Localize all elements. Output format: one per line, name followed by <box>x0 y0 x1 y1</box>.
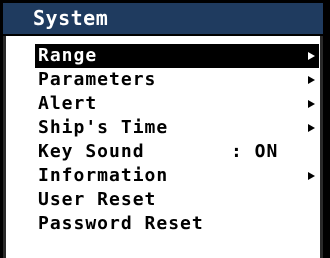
menu-item-range[interactable]: Range <box>35 44 319 68</box>
submenu-arrow-icon <box>308 52 315 60</box>
menu-item-information[interactable]: Information <box>35 164 319 188</box>
menu-item-label: Information <box>38 165 169 186</box>
submenu-arrow-icon <box>308 124 315 132</box>
menu-item-label: Password Reset <box>38 213 204 234</box>
menu-item-password-reset[interactable]: Password Reset <box>35 212 319 236</box>
menu-title: System <box>3 3 323 34</box>
menu-item-label: Ship's Time <box>38 117 169 138</box>
menu-panel: Range Parameters Alert Ship's Time Key S… <box>3 36 323 258</box>
submenu-arrow-icon <box>308 172 315 180</box>
menu-item-label: Range <box>38 45 98 66</box>
menu-item-key-sound[interactable]: Key Sound : ON <box>35 140 319 164</box>
key-sound-value: : ON <box>231 141 279 162</box>
submenu-arrow-icon <box>308 100 315 108</box>
menu-item-label: Key Sound <box>38 141 145 162</box>
menu-list: Range Parameters Alert Ship's Time Key S… <box>35 44 319 236</box>
menu-item-label: User Reset <box>38 189 157 210</box>
system-menu-window: System Range Parameters Alert Ship's Tim… <box>0 0 330 258</box>
menu-item-parameters[interactable]: Parameters <box>35 68 319 92</box>
menu-item-user-reset[interactable]: User Reset <box>35 188 319 212</box>
submenu-arrow-icon <box>308 76 315 84</box>
menu-item-ships-time[interactable]: Ship's Time <box>35 116 319 140</box>
menu-item-alert[interactable]: Alert <box>35 92 319 116</box>
menu-item-label: Parameters <box>38 69 157 90</box>
menu-item-label: Alert <box>38 93 98 114</box>
